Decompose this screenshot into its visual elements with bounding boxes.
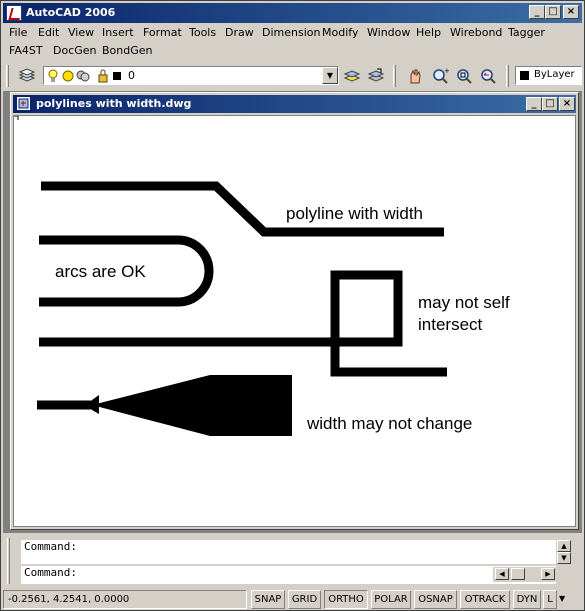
layer-manager-icon[interactable] (18, 67, 36, 85)
menu-help[interactable]: Help (416, 26, 441, 39)
scroll-thumb[interactable] (511, 568, 525, 580)
command-input[interactable]: Command: (21, 566, 556, 584)
menu-draw[interactable]: Draw (225, 26, 254, 39)
layer-dropdown-arrow[interactable]: ▼ (322, 67, 338, 84)
color-swatch (520, 71, 529, 80)
scroll-left-button[interactable]: ◀ (495, 568, 509, 580)
drawing-minimize-button[interactable]: _ (526, 97, 542, 111)
menu-dimension[interactable]: Dimension (262, 26, 320, 39)
command-window: Command: ▲ ▼ Command: ◀ ▶ (3, 536, 582, 588)
svg-text:+: + (444, 67, 449, 75)
menu-window[interactable]: Window (367, 26, 410, 39)
layer-viewport-icon (76, 70, 90, 82)
zoom-previous-icon[interactable] (479, 67, 497, 85)
scroll-down-button[interactable]: ▼ (557, 552, 571, 564)
maximize-button[interactable]: □ (545, 5, 561, 19)
layer-lock-icon (98, 69, 108, 83)
menu-file[interactable]: File (9, 26, 27, 39)
annotation-self-intersect-1: may not self (418, 293, 510, 312)
ortho-toggle[interactable]: ORTHO (324, 590, 368, 609)
otrack-toggle[interactable]: OTRACK (460, 590, 510, 609)
menu-docgen[interactable]: DocGen (53, 44, 97, 57)
toolbar-grip[interactable] (6, 65, 9, 87)
menu-insert[interactable]: Insert (102, 26, 134, 39)
annotation-self-intersect-2: intersect (418, 315, 483, 334)
scroll-up-button[interactable]: ▲ (557, 540, 571, 552)
lwt-toggle[interactable]: L (543, 590, 557, 609)
command-hscrollbar[interactable]: ◀ ▶ (493, 567, 557, 582)
polar-toggle[interactable]: POLAR (371, 590, 411, 609)
grid-toggle[interactable]: GRID (288, 590, 321, 609)
layer-thaw-sun-icon (62, 70, 74, 82)
menubar: File Edit View Insert Format Tools Draw … (3, 23, 582, 61)
ucs-origin-icon (14, 116, 19, 120)
dyn-toggle[interactable]: DYN (513, 590, 541, 609)
polyline-self-intersect (39, 270, 447, 377)
menu-fa4st[interactable]: FA4ST (9, 44, 43, 57)
drawing-maximize-button[interactable]: □ (542, 97, 558, 111)
close-button[interactable]: × (563, 5, 579, 19)
menu-format[interactable]: Format (143, 26, 182, 39)
statusbar: -0.2561, 4.2541, 0.0000 SNAP GRID ORTHO … (3, 589, 582, 610)
osnap-toggle[interactable]: OSNAP (414, 590, 457, 609)
command-grip[interactable] (7, 538, 10, 584)
annotation-polyline-width: polyline with width (286, 204, 424, 223)
drawing-title: polylines with width.dwg (36, 97, 192, 110)
menu-edit[interactable]: Edit (38, 26, 59, 39)
command-history[interactable]: Command: (21, 540, 556, 564)
layer-on-bulb-icon (48, 69, 58, 82)
pan-realtime-icon[interactable] (406, 67, 424, 85)
menu-view[interactable]: View (68, 26, 94, 39)
zoom-realtime-icon[interactable]: + (431, 67, 450, 85)
coordinates-display[interactable]: -0.2561, 4.2541, 0.0000 (3, 590, 247, 609)
drawing-close-button[interactable]: × (559, 97, 575, 111)
layers-toolbar: 0 ▼ + ByLayer (3, 63, 582, 89)
status-menu-arrow-icon[interactable]: ▼ (559, 594, 565, 603)
polyline-tapered-segment (92, 375, 292, 436)
toolbar-grip[interactable] (393, 65, 396, 87)
app-title: AutoCAD 2006 (26, 6, 116, 19)
snap-toggle[interactable]: SNAP (251, 590, 285, 609)
minimize-button[interactable]: _ (529, 5, 545, 19)
menu-wirebond[interactable]: Wirebond (450, 26, 502, 39)
make-object-layer-current-icon[interactable] (343, 67, 361, 85)
layer-previous-icon[interactable] (367, 67, 385, 85)
app-titlebar[interactable]: AutoCAD 2006 _ □ × (3, 3, 582, 23)
layer-name: 0 (128, 69, 135, 82)
mdi-workspace: polylines with width.dwg _ □ × polyline … (3, 91, 582, 533)
menu-tagger[interactable]: Tagger (508, 26, 545, 39)
polyline-taper-cap (92, 395, 99, 414)
color-value: ByLayer (534, 69, 575, 80)
annotation-arcs: arcs are OK (55, 262, 146, 281)
autocad-app-icon[interactable] (6, 5, 22, 21)
drawing-titlebar[interactable]: polylines with width.dwg _ □ × (13, 95, 576, 113)
menu-bondgen[interactable]: BondGen (102, 44, 153, 57)
layer-dropdown[interactable]: 0 ▼ (43, 66, 339, 85)
color-dropdown[interactable]: ByLayer (515, 66, 582, 85)
drawing-window: polylines with width.dwg _ □ × polyline … (10, 92, 579, 530)
drawing-canvas[interactable]: polyline with width arcs are OK may not … (13, 115, 576, 527)
menu-tools[interactable]: Tools (189, 26, 216, 39)
command-scrollbar[interactable]: ▲ ▼ (556, 540, 572, 564)
command-history-line: Command: (24, 540, 77, 553)
scroll-right-button[interactable]: ▶ (541, 568, 555, 580)
toolbar-grip[interactable] (506, 65, 509, 87)
command-prompt: Command: (24, 566, 77, 579)
menu-modify[interactable]: Modify (322, 26, 358, 39)
autocad-window: AutoCAD 2006 _ □ × File Edit View Insert… (0, 0, 585, 611)
drawing-document-icon[interactable] (16, 96, 31, 111)
zoom-window-icon[interactable] (455, 67, 473, 85)
annotation-width-change: width may not change (307, 414, 473, 433)
